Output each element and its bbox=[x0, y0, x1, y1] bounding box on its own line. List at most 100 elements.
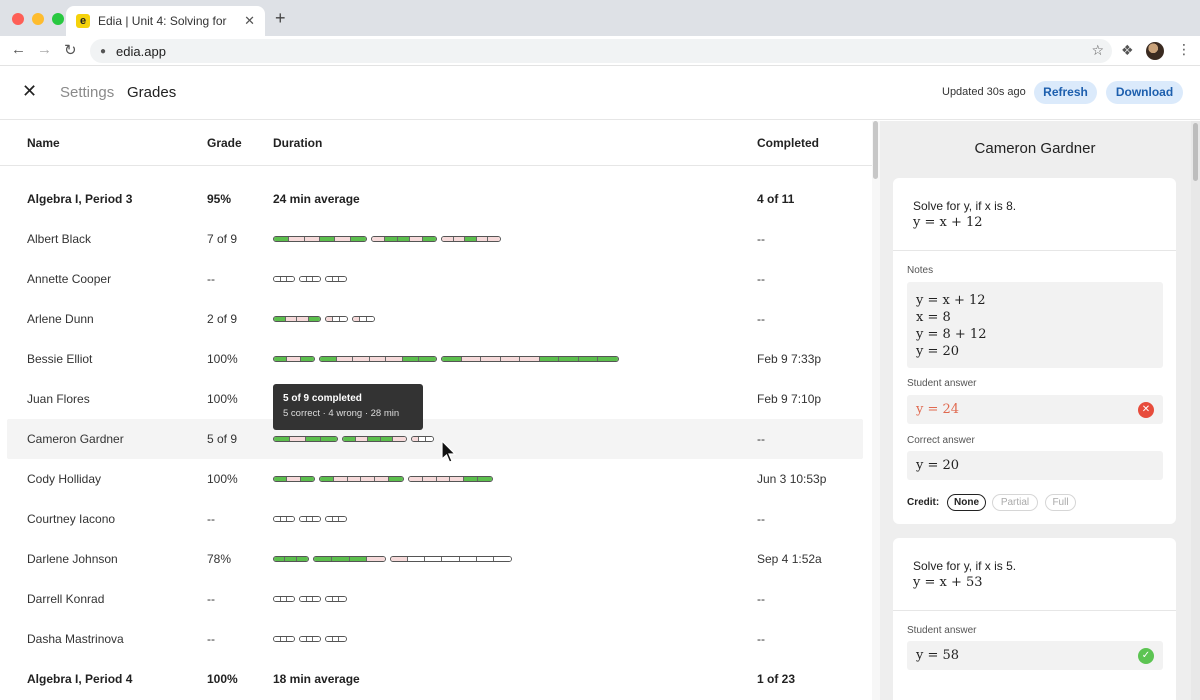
progress-segment bbox=[350, 237, 366, 241]
group-row[interactable]: Algebra I, Period 4 100% 18 min average 1 o… bbox=[7, 659, 863, 699]
progress-bar[interactable] bbox=[325, 276, 347, 282]
panel-scrollbar[interactable] bbox=[1191, 121, 1200, 700]
group-row[interactable]: Algebra I, Period 3 95% 24 min average 4 of… bbox=[7, 179, 863, 219]
progress-segment bbox=[333, 477, 348, 481]
col-header-duration[interactable]: Duration bbox=[273, 136, 322, 150]
progress-segment bbox=[326, 517, 333, 521]
grades-tab[interactable]: Grades bbox=[127, 84, 176, 101]
progress-segment bbox=[274, 637, 281, 641]
col-header-completed[interactable]: Completed bbox=[757, 136, 819, 150]
close-window-button[interactable] bbox=[12, 13, 24, 25]
extensions-puzzle-icon[interactable]: ❖ bbox=[1121, 42, 1134, 59]
table-scrollbar[interactable] bbox=[872, 121, 880, 700]
table-row[interactable]: Darrell Konrad -- -- bbox=[7, 579, 863, 619]
progress-bar[interactable] bbox=[273, 316, 321, 322]
progress-segment bbox=[343, 437, 356, 441]
progress-segment bbox=[339, 277, 346, 281]
grade-value: 95% bbox=[207, 192, 232, 206]
tab-close-icon[interactable]: ✕ bbox=[244, 13, 255, 29]
table-row[interactable]: Albert Black 7 of 9 -- bbox=[7, 219, 863, 259]
progress-bar[interactable] bbox=[273, 636, 295, 642]
progress-bar[interactable] bbox=[273, 516, 295, 522]
reload-icon[interactable]: ↻ bbox=[64, 41, 77, 59]
progress-bar[interactable] bbox=[273, 556, 309, 562]
settings-tab[interactable]: Settings bbox=[60, 84, 114, 101]
grade-value: 100% bbox=[207, 672, 238, 686]
progress-bar[interactable] bbox=[408, 476, 493, 482]
progress-bar[interactable] bbox=[441, 356, 619, 362]
progress-segment bbox=[274, 517, 281, 521]
progress-bar[interactable] bbox=[299, 276, 321, 282]
progress-bar[interactable] bbox=[352, 316, 375, 322]
col-header-grade[interactable]: Grade bbox=[207, 136, 242, 150]
progress-bar[interactable] bbox=[273, 236, 367, 242]
question-text: Solve for y, if x is 5. bbox=[913, 559, 1017, 573]
table-row[interactable]: Bessie Elliot 100% Feb 9 7:33p bbox=[7, 339, 863, 379]
table-row[interactable]: Darlene Johnson 78% Sep 4 1:52a bbox=[7, 539, 863, 579]
progress-bar[interactable] bbox=[273, 276, 295, 282]
progress-bar[interactable] bbox=[299, 596, 321, 602]
close-icon[interactable]: ✕ bbox=[22, 81, 37, 102]
progress-bar[interactable] bbox=[299, 516, 321, 522]
table-row[interactable]: Cameron Gardner 5 of 9 -- bbox=[7, 419, 863, 459]
progress-bar[interactable] bbox=[313, 556, 386, 562]
col-header-name[interactable]: Name bbox=[27, 136, 60, 150]
browser-tab[interactable]: e Edia | Unit 4: Solving for ✕ bbox=[66, 6, 265, 36]
table-row[interactable]: Arlene Dunn 2 of 9 -- bbox=[7, 299, 863, 339]
bookmark-star-icon[interactable]: ☆ bbox=[1091, 42, 1104, 59]
credit-full-chip[interactable]: Full bbox=[1045, 494, 1076, 511]
minimize-window-button[interactable] bbox=[32, 13, 44, 25]
progress-bar[interactable] bbox=[325, 516, 347, 522]
table-row[interactable]: Dasha Mastrinova -- -- bbox=[7, 619, 863, 659]
progress-bar[interactable] bbox=[411, 436, 434, 442]
progress-bar[interactable] bbox=[325, 316, 348, 322]
completed-value: -- bbox=[757, 272, 765, 286]
progress-segment bbox=[375, 477, 390, 481]
forward-arrow-icon[interactable]: → bbox=[37, 41, 52, 58]
table-row[interactable]: Juan Flores 100% Feb 9 7:10p bbox=[7, 379, 863, 419]
table-row[interactable]: Annette Cooper -- -- bbox=[7, 259, 863, 299]
profile-avatar[interactable] bbox=[1146, 42, 1164, 60]
maximize-window-button[interactable] bbox=[52, 13, 64, 25]
download-button[interactable]: Download bbox=[1106, 81, 1183, 104]
progress-segment bbox=[306, 277, 314, 281]
progress-bar[interactable] bbox=[390, 556, 512, 562]
progress-bar[interactable] bbox=[325, 636, 347, 642]
progress-bar[interactable] bbox=[371, 236, 437, 242]
notes-line: y = 20 bbox=[916, 344, 960, 359]
progress-segment bbox=[598, 357, 618, 361]
back-arrow-icon[interactable]: ← bbox=[11, 41, 26, 58]
browser-menu-icon[interactable]: ⋮ bbox=[1177, 41, 1191, 58]
credit-none-chip[interactable]: None bbox=[947, 494, 986, 511]
grade-value: 2 of 9 bbox=[207, 312, 238, 326]
progress-segment bbox=[306, 517, 314, 521]
progress-bar[interactable] bbox=[342, 436, 407, 442]
progress-segment bbox=[289, 437, 306, 441]
progress-bar[interactable] bbox=[273, 596, 295, 602]
progress-bar[interactable] bbox=[319, 356, 437, 362]
progress-tooltip: 5 of 9 completed 5 correct · 4 wrong · 2… bbox=[273, 384, 423, 430]
credit-partial-chip[interactable]: Partial bbox=[992, 494, 1038, 511]
panel-scrollbar-thumb[interactable] bbox=[1193, 123, 1198, 181]
progress-segment bbox=[578, 357, 599, 361]
correct-check-icon: ✓ bbox=[1138, 648, 1154, 664]
progress-bar[interactable] bbox=[441, 236, 501, 242]
table-row[interactable]: Courtney Iacono -- -- bbox=[7, 499, 863, 539]
student-answer: y = 58 bbox=[916, 648, 960, 663]
progress-bar[interactable] bbox=[273, 356, 315, 362]
refresh-button[interactable]: Refresh bbox=[1034, 81, 1097, 104]
progress-bar[interactable] bbox=[319, 476, 404, 482]
progress-segment bbox=[476, 557, 494, 561]
new-tab-button[interactable]: + bbox=[275, 8, 286, 29]
address-bar[interactable]: ● edia.app ☆ bbox=[90, 39, 1112, 63]
progress-bar[interactable] bbox=[325, 596, 347, 602]
notes-line: x = 8 bbox=[916, 310, 951, 325]
progress-bar[interactable] bbox=[299, 636, 321, 642]
progress-segment bbox=[320, 357, 337, 361]
progress-bar[interactable] bbox=[273, 436, 338, 442]
table-scrollbar-thumb[interactable] bbox=[873, 121, 878, 179]
grade-value: -- bbox=[207, 632, 215, 646]
progress-segment bbox=[287, 517, 294, 521]
progress-bar[interactable] bbox=[273, 476, 315, 482]
table-row[interactable]: Cody Holliday 100% Jun 3 10:53p bbox=[7, 459, 863, 499]
